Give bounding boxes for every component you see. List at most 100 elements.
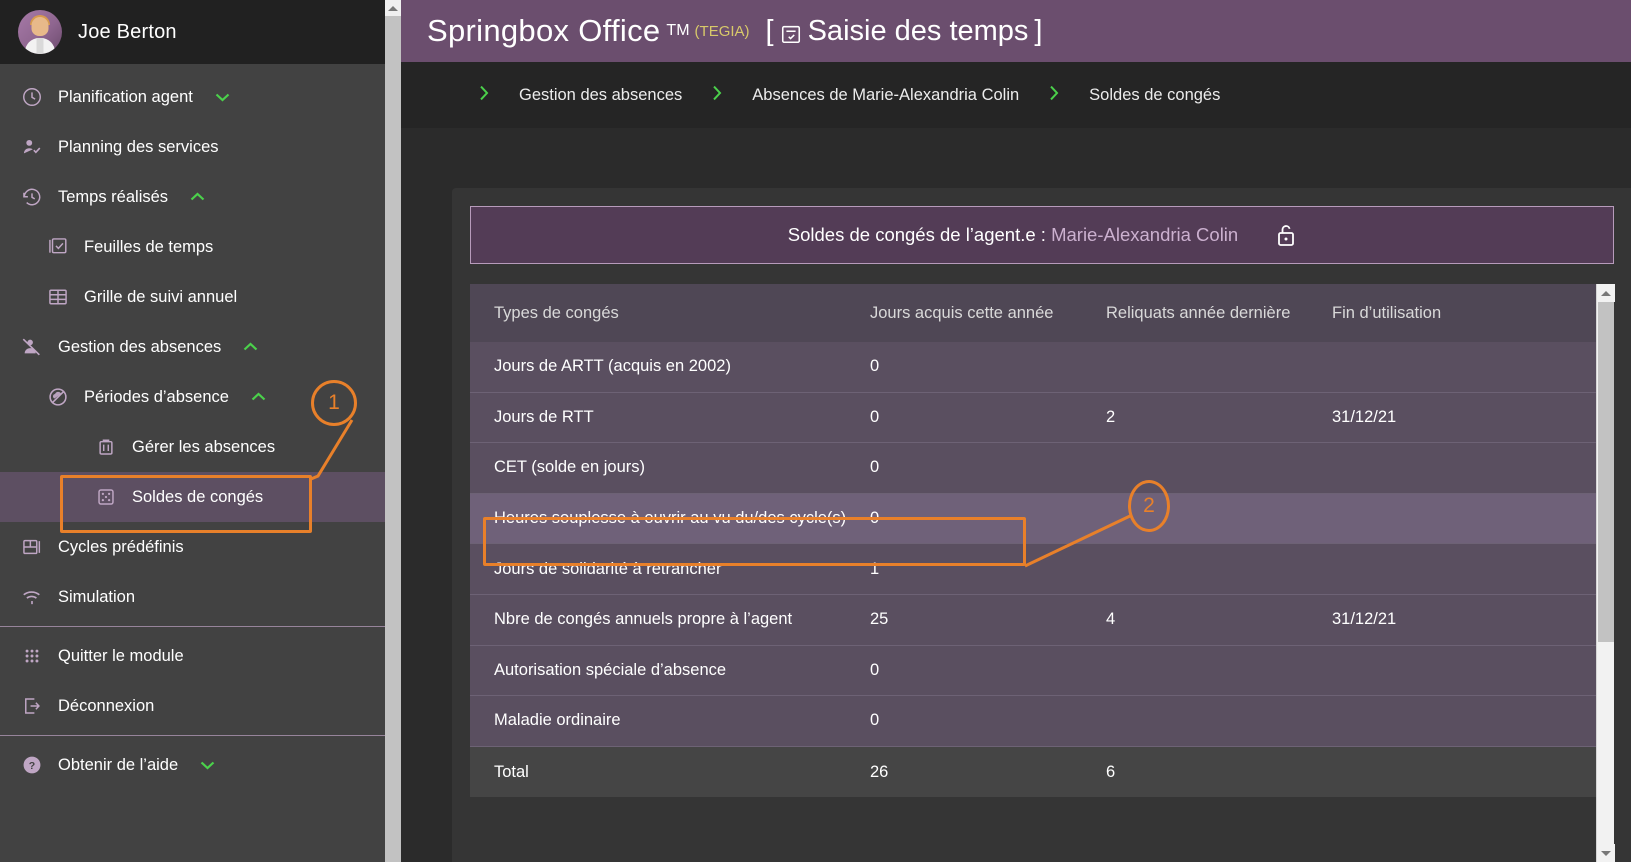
breadcrumb-item[interactable]: Gestion des absences xyxy=(519,86,682,105)
content-pane: Soldes de congés de l’agent.e : Marie-Al… xyxy=(452,188,1631,862)
table-cell-type: Autorisation spéciale d’absence xyxy=(494,660,727,679)
no-cloud-icon xyxy=(46,385,70,409)
table-column-header: Jours acquis cette année xyxy=(870,303,1054,322)
tegia-tag: (TEGIA) xyxy=(694,22,750,40)
module-title-text: Saisie des temps xyxy=(807,14,1029,47)
chevron-up-icon[interactable] xyxy=(190,191,205,204)
breadcrumb: Gestion des absences Absences de Marie-Al… xyxy=(401,62,1631,128)
sidebar-item-label: Grille de suivi annuel xyxy=(84,287,238,306)
table-cell-acquis: 0 xyxy=(870,509,880,528)
table-cell-acquis: 1 xyxy=(870,559,880,578)
sidebar-item-p-riodes-d-absence[interactable]: Périodes d’absence xyxy=(0,372,385,422)
logout-icon xyxy=(20,694,44,718)
sidebar-divider xyxy=(0,735,385,736)
table-total-acquis: 26 xyxy=(870,762,889,781)
table-row[interactable]: Autorisation spéciale d’absence 0 xyxy=(470,645,1596,697)
calendar-check-icon xyxy=(780,20,802,44)
sidebar-item-cycles-pr-d-finis[interactable]: Cycles prédéfinis xyxy=(0,522,385,572)
table-cell-type: Jours de ARTT (acquis en 2002) xyxy=(494,357,731,376)
table-column-header: Fin d’utilisation xyxy=(1332,303,1442,322)
sidebar-item-label: Périodes d’absence xyxy=(84,387,229,406)
table-cell-acquis: 0 xyxy=(870,711,880,730)
chevron-up-icon[interactable] xyxy=(243,341,258,354)
table-row[interactable]: Jours de RTT 0 2 31/12/21 xyxy=(470,392,1596,444)
person-absent-icon xyxy=(20,335,44,359)
sidebar-item-soldes-de-cong-s[interactable]: Soldes de congés xyxy=(0,472,385,522)
leave-balance-table: Types de congés Jours acquis cette année R… xyxy=(470,284,1596,862)
trademark-symbol: TM xyxy=(666,22,690,39)
dice-icon xyxy=(94,485,118,509)
table-column-header: Reliquats année dernière xyxy=(1106,303,1291,322)
table-cell-type: Jours de solidarité à retrancher xyxy=(494,559,722,578)
svg-text:?: ? xyxy=(29,760,35,772)
sidebar-item-label: Gérer les absences xyxy=(132,437,276,456)
suitcase-icon xyxy=(94,435,118,459)
app-root: Joe Berton Planification agent Planning d… xyxy=(0,0,1631,862)
sidebar-item-obtenir-de-l-aide[interactable]: ? Obtenir de l’aide xyxy=(0,740,385,790)
module-bracket-close: ] xyxy=(1034,14,1043,47)
sidebar-user-header[interactable]: Joe Berton xyxy=(0,0,385,64)
signal-icon xyxy=(20,585,44,609)
table-row[interactable]: CET (solde en jours) 0 xyxy=(470,443,1596,494)
card-title-prefix: Soldes de congés de l’agent.e : xyxy=(787,224,1052,245)
table-cell-acquis: 25 xyxy=(870,610,889,629)
sidebar-item-feuilles-de-temps[interactable]: Feuilles de temps xyxy=(0,222,385,272)
chevron-down-icon[interactable] xyxy=(215,91,230,104)
breadcrumb-item[interactable]: Soldes de congés xyxy=(1089,86,1220,105)
sidebar-item-d-connexion[interactable]: Déconnexion xyxy=(0,681,385,731)
sidebar-item-simulation[interactable]: Simulation xyxy=(0,572,385,622)
sidebar-item-planning-des-services[interactable]: Planning des services xyxy=(0,122,385,172)
sidebar-user-name: Joe Berton xyxy=(78,20,177,43)
sidebar-item-label: Temps réalisés xyxy=(58,187,169,206)
module-title: [ Saisie des temps ] xyxy=(766,15,1043,48)
breadcrumb-chevron-icon xyxy=(712,85,722,105)
main-area: Springbox Office TM (TEGIA) [ Saisie des… xyxy=(401,0,1631,862)
card-title-agent: Marie-Alexandria Colin xyxy=(1051,224,1239,245)
sidebar-menu: Planification agent Planning des services… xyxy=(0,64,385,790)
sidebar-item-grille-de-suivi-annuel[interactable]: Grille de suivi annuel xyxy=(0,272,385,322)
sidebar-item-planification-agent[interactable]: Planification agent xyxy=(0,72,385,122)
table-row[interactable]: Heures souplesse à ouvrir au vu du/des c… xyxy=(470,493,1596,545)
checkbox-stack-icon xyxy=(46,235,70,259)
table-row[interactable]: Jours de solidarité à retrancher 1 xyxy=(470,544,1596,595)
sidebar-item-label: Quitter le module xyxy=(58,646,184,665)
table-row[interactable]: Jours de ARTT (acquis en 2002) 0 xyxy=(470,342,1596,393)
sidebar-item-label: Cycles prédéfinis xyxy=(58,537,184,556)
sidebar-item-quitter-le-module[interactable]: Quitter le module xyxy=(0,631,385,681)
table-cell-reliquats: 4 xyxy=(1106,610,1116,629)
sidebar-item-gestion-des-absences[interactable]: Gestion des absences xyxy=(0,322,385,372)
sidebar-scrollbar[interactable] xyxy=(385,0,401,862)
chevron-up-icon[interactable] xyxy=(251,391,266,404)
grid-table-icon xyxy=(46,285,70,309)
sidebar-item-label: Feuilles de temps xyxy=(84,237,214,256)
table-scrollbar[interactable] xyxy=(1596,284,1615,862)
table-cell-acquis: 0 xyxy=(870,357,880,376)
chevron-down-icon[interactable] xyxy=(200,759,215,772)
table-row[interactable]: Maladie ordinaire 0 xyxy=(470,696,1596,747)
breadcrumb-item[interactable]: Absences de Marie-Alexandria Colin xyxy=(752,86,1019,105)
sidebar-item-label: Soldes de congés xyxy=(132,487,264,506)
table-scroll-up-arrow-icon[interactable] xyxy=(1597,284,1615,302)
table-cell-acquis: 0 xyxy=(870,660,880,679)
clock-rewind-icon xyxy=(20,185,44,209)
sidebar-item-temps-r-alis-s[interactable]: Temps réalisés xyxy=(0,172,385,222)
help-circle-icon: ? xyxy=(20,753,44,777)
app-header: Springbox Office TM (TEGIA) [ Saisie des… xyxy=(401,0,1631,62)
sidebar-item-g-rer-les-absences[interactable]: Gérer les absences xyxy=(0,422,385,472)
table-scroll-down-arrow-icon[interactable] xyxy=(1597,844,1615,862)
sidebar-item-label: Planification agent xyxy=(58,87,193,106)
clock-icon xyxy=(20,85,44,109)
table-cell-fin: 31/12/21 xyxy=(1332,610,1397,629)
card-title-bar: Soldes de congés de l’agent.e : Marie-Al… xyxy=(470,206,1614,264)
app-brand: Springbox Office xyxy=(427,13,661,48)
unlock-icon[interactable] xyxy=(1276,223,1296,247)
sidebar-item-label: Simulation xyxy=(58,587,136,606)
sidebar-item-label: Gestion des absences xyxy=(58,337,222,356)
scroll-up-arrow-icon[interactable] xyxy=(385,0,401,16)
user-check-icon xyxy=(20,135,44,159)
table-total-row: Total 26 6 xyxy=(470,746,1596,798)
breadcrumb-chevron-icon xyxy=(479,85,489,105)
table-row[interactable]: Nbre de congés annuels propre à l’agent 2… xyxy=(470,594,1596,646)
table-cell-type: CET (solde en jours) xyxy=(494,458,646,477)
table-scroll-thumb[interactable] xyxy=(1598,302,1614,642)
